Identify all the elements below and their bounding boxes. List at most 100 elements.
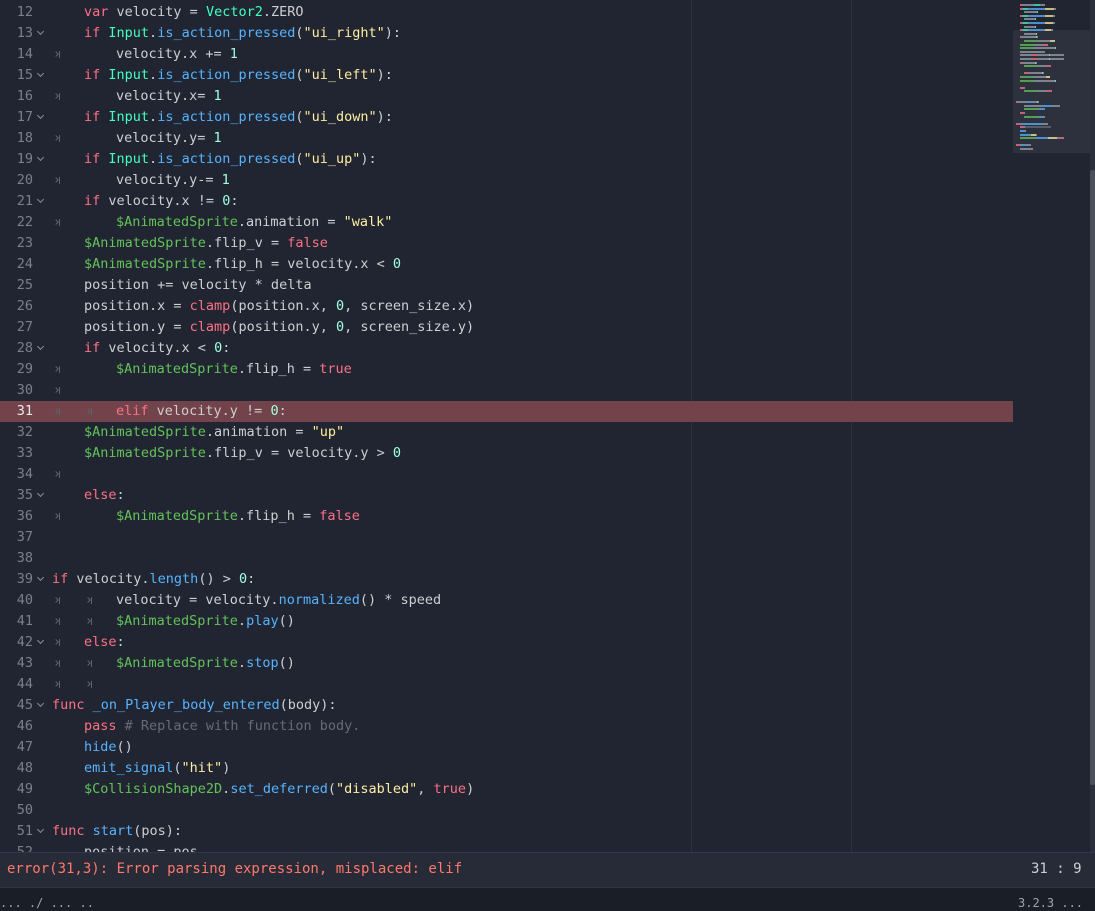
- code-token: 0: [214, 340, 223, 356]
- code-line[interactable]: 36 $AnimatedSprite.flip_h = false: [0, 506, 1013, 527]
- code-token: clamp: [189, 298, 231, 314]
- fold-arrow-icon[interactable]: [36, 191, 46, 212]
- code-line[interactable]: 37: [0, 527, 1013, 548]
- code-line[interactable]: 43 $AnimatedSprite.stop(): [0, 653, 1013, 674]
- code-line[interactable]: 15 if Input.is_action_pressed("ui_left"):: [0, 65, 1013, 86]
- code-line[interactable]: 27 position.y = clamp(position.y, 0, scre…: [0, 317, 1013, 338]
- code-line-error[interactable]: 31 elif velocity.y != 0:: [0, 401, 1013, 422]
- code-line[interactable]: 18 velocity.y= 1: [0, 128, 1013, 149]
- code-token: else: [84, 634, 117, 650]
- code-line[interactable]: 13 if Input.is_action_pressed("ui_right")…: [0, 23, 1013, 44]
- code-line[interactable]: 19 if Input.is_action_pressed("ui_up"):: [0, 149, 1013, 170]
- fold-arrow-icon[interactable]: [36, 149, 46, 170]
- code-line[interactable]: 34: [0, 464, 1013, 485]
- code-token: "hit": [181, 760, 223, 776]
- code-token: 0: [270, 403, 279, 419]
- code-line[interactable]: 33 $AnimatedSprite.flip_v = velocity.y > …: [0, 443, 1013, 464]
- code-line[interactable]: 46 pass # Replace with function body.: [0, 716, 1013, 737]
- fold-arrow-icon[interactable]: [36, 821, 46, 842]
- code-token: :: [116, 634, 125, 650]
- code-line[interactable]: 45 func _on_Player_body_entered(body):: [0, 695, 1013, 716]
- minimap[interactable]: [1013, 0, 1092, 852]
- fold-arrow-icon[interactable]: [36, 23, 46, 44]
- code-text: [52, 380, 84, 401]
- code-editor[interactable]: 12 var velocity = Vector2.ZERO 13 if Input.…: [0, 0, 1095, 852]
- fold-arrow-icon[interactable]: [36, 338, 46, 359]
- tab-indent-icon: [52, 380, 84, 401]
- code-line[interactable]: 16 velocity.x= 1: [0, 86, 1013, 107]
- code-token: ): [466, 781, 475, 797]
- minimap-segment: [1034, 76, 1046, 78]
- code-text: pass # Replace with function body.: [52, 716, 360, 737]
- code-line[interactable]: 48 emit_signal("hit"): [0, 758, 1013, 779]
- code-line[interactable]: 35 else:: [0, 485, 1013, 506]
- minimap-segment: [1046, 76, 1050, 78]
- code-lines[interactable]: 12 var velocity = Vector2.ZERO 13 if Input.…: [0, 2, 1013, 852]
- minimap-segment: [1050, 54, 1064, 57]
- code-line[interactable]: 20 velocity.y-= 1: [0, 170, 1013, 191]
- line-number: 31: [16, 403, 33, 419]
- version-label: 3.2.3 ...: [1018, 896, 1084, 910]
- code-line[interactable]: 24 $AnimatedSprite.flip_h = velocity.x < …: [0, 254, 1013, 275]
- code-line[interactable]: 17 if Input.is_action_pressed("ui_down"):: [0, 107, 1013, 128]
- code-line[interactable]: 30: [0, 380, 1013, 401]
- code-token: () >: [198, 571, 239, 587]
- minimap-segment: [1034, 47, 1055, 50]
- code-line[interactable]: 26 position.x = clamp(position.x, 0, scre…: [0, 296, 1013, 317]
- code-token: else: [84, 487, 117, 503]
- code-line[interactable]: 40 velocity = velocity.normalized() * spe…: [0, 590, 1013, 611]
- code-line[interactable]: 29 $AnimatedSprite.flip_h = true: [0, 359, 1013, 380]
- code-line[interactable]: 49 $CollisionShape2D.set_deferred("disabl…: [0, 779, 1013, 800]
- minimap-segment: [1038, 90, 1047, 93]
- minimap-segment: [1035, 18, 1036, 21]
- code-line[interactable]: 21 if velocity.x != 0:: [0, 191, 1013, 212]
- code-line[interactable]: 51 func start(pos):: [0, 821, 1013, 842]
- code-line[interactable]: 12 var velocity = Vector2.ZERO: [0, 2, 1013, 23]
- code-line[interactable]: 32 $AnimatedSprite.animation = "up": [0, 422, 1013, 443]
- fold-arrow-icon[interactable]: [36, 485, 46, 506]
- minimap-segment: [1024, 86, 1025, 89]
- code-token: 1: [213, 130, 222, 146]
- code-line[interactable]: 47 hide(): [0, 737, 1013, 758]
- code-line[interactable]: 28 if velocity.x < 0:: [0, 338, 1013, 359]
- scrollbar-thumb[interactable]: [1090, 170, 1095, 785]
- code-line[interactable]: 25 position += velocity * delta: [0, 275, 1013, 296]
- code-text: else:: [52, 632, 125, 653]
- code-token: if: [52, 571, 69, 587]
- fold-arrow-icon[interactable]: [36, 569, 46, 590]
- tab-indent-icon: [52, 401, 84, 422]
- code-line[interactable]: 38: [0, 548, 1013, 569]
- vertical-scrollbar[interactable]: [1090, 0, 1095, 852]
- code-token: .flip_h = velocity.x <: [205, 256, 393, 272]
- code-token: $AnimatedSprite: [84, 256, 206, 272]
- fold-arrow-icon[interactable]: [36, 65, 46, 86]
- line-number: 16: [16, 88, 33, 104]
- code-line[interactable]: 44: [0, 674, 1013, 695]
- code-line[interactable]: 23 $AnimatedSprite.flip_v = false: [0, 233, 1013, 254]
- code-line[interactable]: 50: [0, 800, 1013, 821]
- code-text: position.y = clamp(position.y, 0, screen…: [52, 317, 474, 338]
- code-line[interactable]: 41 $AnimatedSprite.play(): [0, 611, 1013, 632]
- line-number: 24: [16, 256, 33, 272]
- minimap-segment: [1024, 112, 1025, 114]
- line-number: 41: [16, 613, 33, 629]
- minimap-segment: [1047, 65, 1051, 68]
- fold-arrow-icon[interactable]: [36, 632, 46, 653]
- minimap-segment: [1053, 22, 1055, 24]
- fold-arrow-icon[interactable]: [36, 107, 46, 128]
- minimap-segment: [1024, 11, 1037, 14]
- code-line[interactable]: 39 if velocity.length() > 0:: [0, 569, 1013, 590]
- tab-indent-icon: [84, 590, 116, 611]
- code-token: "ui_right": [303, 25, 385, 41]
- code-token: func: [52, 697, 85, 713]
- fold-arrow-icon[interactable]: [36, 695, 46, 716]
- code-line[interactable]: 22 $AnimatedSprite.animation = "walk": [0, 212, 1013, 233]
- code-line[interactable]: 42 else:: [0, 632, 1013, 653]
- bottom-left-text[interactable]: ... ./ ... ..: [0, 896, 94, 910]
- error-message[interactable]: error(31,3): Error parsing expression, m…: [7, 861, 462, 877]
- minimap-segment: [1043, 108, 1045, 111]
- code-line[interactable]: 52 position = pos: [0, 842, 1013, 852]
- code-line[interactable]: 14 velocity.x += 1: [0, 44, 1013, 65]
- code-token: is_action_pressed: [157, 151, 296, 167]
- minimap-segment: [1025, 126, 1051, 129]
